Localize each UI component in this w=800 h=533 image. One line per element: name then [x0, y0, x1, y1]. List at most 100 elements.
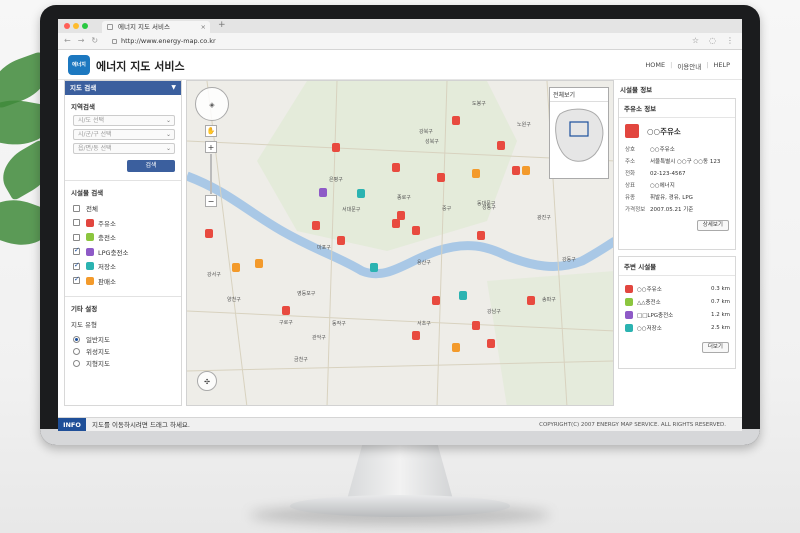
forward-icon[interactable]: →: [78, 36, 85, 45]
site-title: 에너지 지도 서비스: [96, 60, 185, 73]
map-view[interactable]: 도봉구노원구강북구성북구 중랑구은평구종로구동대문구 서대문구중구성동구광진구 …: [186, 80, 614, 406]
info-row-phone: 전화 02-123-4567: [619, 168, 735, 180]
map-type-terrain[interactable]: 지형지도: [65, 357, 181, 369]
svg-text:양천구: 양천구: [227, 296, 241, 303]
main-area: 지도 검색 ▼ 지역검색 시/도 선택 ⌄ 시/군/구 선택 ⌄ 읍/면/동 선택 ⌄…: [58, 80, 742, 412]
close-tab-icon[interactable]: ×: [201, 21, 206, 33]
info-value: 휘발유, 경유, LPG: [650, 195, 693, 201]
guide-link[interactable]: 이용안내: [677, 61, 701, 71]
svg-text:노원구: 노원구: [517, 121, 531, 128]
retailer-label: 판매소: [98, 277, 116, 286]
window-controls: [64, 23, 88, 29]
district-select[interactable]: 시/군/구 선택 ⌄: [73, 129, 175, 140]
storage-label: 저장소: [98, 263, 116, 272]
charging-station-checkbox[interactable]: [73, 233, 80, 241]
facility-filter-all[interactable]: 전체: [65, 201, 181, 216]
charging-station-icon: [625, 297, 633, 306]
zoom-slider[interactable]: [210, 154, 212, 194]
nearby-item[interactable]: △△충전소 0.7 km: [619, 295, 735, 308]
more-button[interactable]: 더보기: [701, 342, 729, 353]
nearby-item[interactable]: ○○저장소 2.5 km: [619, 321, 735, 334]
facility-info-title: 시설물 정보: [620, 86, 653, 94]
hand-tool-icon[interactable]: ✋: [205, 125, 217, 137]
url-field[interactable]: http://www.energy-map.co.kr: [112, 36, 216, 47]
terrain-map-radio[interactable]: [73, 359, 80, 367]
minimize-window-button[interactable]: [73, 23, 79, 29]
monitor-base: [290, 495, 510, 517]
svg-text:강북구: 강북구: [419, 128, 433, 135]
facility-filter-retailer[interactable]: 판매소: [65, 274, 181, 289]
reload-icon[interactable]: ↻: [91, 36, 98, 45]
facility-filter-lpg[interactable]: LPG충전소: [65, 245, 181, 260]
gas-station-checkbox[interactable]: [73, 219, 80, 227]
lpg-checkbox[interactable]: [73, 246, 80, 256]
retailer-checkbox[interactable]: [73, 275, 80, 285]
storage-icon: [86, 262, 94, 271]
normal-map-label: 일반지도: [86, 336, 110, 344]
map-compass-icon[interactable]: ✣: [197, 371, 217, 391]
region-search-button[interactable]: 검색: [127, 160, 175, 172]
map-type-normal[interactable]: 일반지도: [65, 333, 181, 345]
lpg-station-icon: [625, 310, 633, 319]
retailer-icon: [86, 276, 94, 285]
zoom-out-button[interactable]: −: [205, 195, 217, 207]
star-icon[interactable]: ☆: [692, 36, 699, 45]
nearby-title: 주변 시설물: [619, 257, 735, 276]
gas-station-icon: [625, 124, 639, 138]
facility-filter-charging-station[interactable]: 충전소: [65, 230, 181, 245]
status-bar: INFO 지도를 이동하시려면 드래그 하세요. COPYRIGHT(C) 20…: [58, 417, 742, 431]
nearby-name: ○○주유소: [637, 286, 662, 293]
info-row-brand: 상표 ○○에너지: [619, 180, 735, 192]
chevron-down-icon[interactable]: ▼: [171, 81, 176, 95]
facility-filter-storage[interactable]: 저장소: [65, 259, 181, 274]
close-window-button[interactable]: [64, 23, 70, 29]
svg-text:서대문구: 서대문구: [342, 206, 361, 213]
all-checkbox[interactable]: [73, 204, 80, 212]
info-key: 가격정보: [625, 207, 646, 213]
nearby-name: △△충전소: [637, 299, 661, 306]
menu-icon[interactable]: ⋮: [726, 36, 734, 45]
nearby-distance: 2.5 km: [710, 324, 730, 331]
monitor-chin: [40, 429, 760, 445]
browser-tab[interactable]: 에너지 지도 서비스 ×: [102, 21, 210, 33]
satellite-map-radio[interactable]: [73, 347, 80, 355]
facility-filter-gas-station[interactable]: 주유소: [65, 216, 181, 231]
nearby-item[interactable]: ○○주유소 0.3 km: [619, 282, 735, 295]
page-info-icon: [112, 38, 117, 44]
zoom-in-button[interactable]: +: [205, 141, 217, 153]
gas-station-info-card: 주유소 정보 ○○주유소 상호 ○○주유소 주소 서울특별시 ○○구 ○○동 123…: [618, 98, 736, 250]
storage-checkbox[interactable]: [73, 261, 80, 270]
site-logo[interactable]: 에너지: [68, 55, 90, 75]
info-key: 주소: [625, 159, 636, 165]
info-key: 상표: [625, 183, 636, 189]
link-divider: |: [670, 61, 673, 69]
map-type-satellite[interactable]: 위성지도: [65, 345, 181, 357]
back-icon[interactable]: ←: [64, 36, 71, 45]
address-bar-row: ← → ↻ http://www.energy-map.co.kr ☆ ◌ ⋮: [58, 33, 742, 50]
page-favicon-icon: [107, 24, 113, 30]
map-pan-control[interactable]: ◈: [195, 87, 229, 121]
nearby-item[interactable]: □□LPG충전소 1.2 km: [619, 308, 735, 321]
svg-text:광진구: 광진구: [537, 214, 551, 221]
svg-text:강남구: 강남구: [487, 308, 501, 315]
town-select[interactable]: 읍/면/동 선택 ⌄: [73, 143, 175, 154]
normal-map-radio[interactable]: [73, 335, 80, 343]
tab-title: 에너지 지도 서비스: [118, 23, 170, 31]
extension-icon[interactable]: ◌: [709, 36, 716, 45]
svg-text:서초구: 서초구: [417, 320, 431, 327]
maximize-window-button[interactable]: [82, 23, 88, 29]
new-tab-button[interactable]: +: [218, 20, 226, 30]
home-link[interactable]: HOME: [645, 61, 665, 71]
province-select[interactable]: 시/도 선택 ⌄: [73, 115, 175, 126]
gas-station-icon: [86, 218, 94, 227]
province-select-value: 시/도 선택: [78, 117, 105, 124]
map-search-header[interactable]: 지도 검색 ▼: [65, 81, 181, 95]
help-link[interactable]: HELP: [713, 61, 730, 71]
svg-text:관악구: 관악구: [312, 334, 326, 341]
detail-button[interactable]: 상세보기: [696, 220, 729, 231]
facility-search-title: 시설물 검색: [71, 189, 104, 197]
info-key: 상호: [625, 147, 636, 153]
monitor: 에너지 지도 서비스 × + ← → ↻ http://www.energy-m…: [40, 5, 760, 445]
nearby-name: ○○저장소: [637, 325, 662, 332]
overview-map[interactable]: 전체보기: [549, 87, 609, 179]
